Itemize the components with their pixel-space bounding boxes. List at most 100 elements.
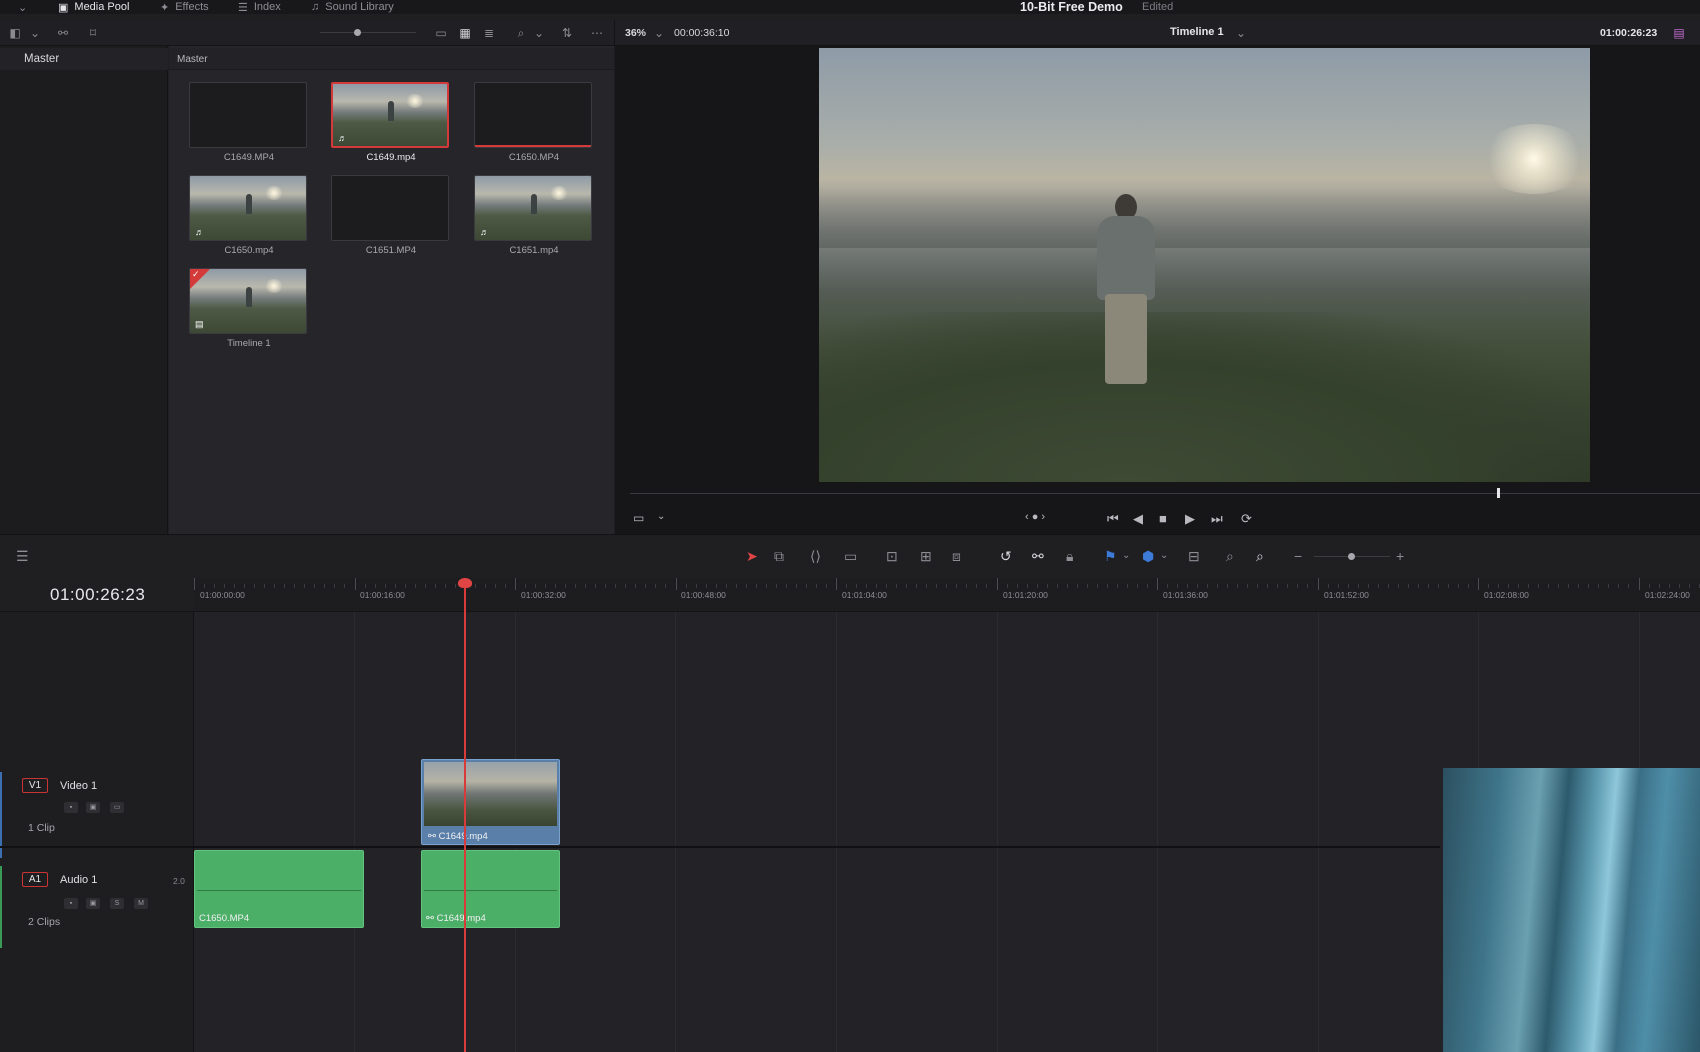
insert-clip-icon[interactable]: ⊡	[886, 549, 898, 563]
slider-handle[interactable]	[1348, 553, 1355, 560]
tab-effects[interactable]: ✦ Effects	[160, 0, 209, 14]
go-to-start-icon[interactable]: ⏮	[1107, 511, 1119, 527]
play-reverse-icon[interactable]: ◀	[1133, 511, 1143, 527]
ruler-major-tick	[1478, 578, 1479, 590]
zoom-in-icon[interactable]: +	[1396, 549, 1404, 563]
link-icon[interactable]: ⚯	[56, 26, 70, 40]
linked-selection-icon[interactable]: ⚯	[1032, 549, 1044, 563]
flag-icon[interactable]: ⚑	[1104, 549, 1117, 563]
mute-button[interactable]: M	[134, 898, 148, 909]
chevron-down-icon[interactable]: ⌄	[1234, 26, 1248, 40]
go-to-end-icon[interactable]: ⏭	[1211, 511, 1223, 527]
track-name[interactable]: Audio 1	[60, 874, 97, 886]
timeline-video-clip[interactable]: ⚯ C1649.mp4	[421, 759, 560, 845]
clip-item[interactable]: ♬ C1651.mp4	[474, 175, 594, 256]
ruler-minor-tick	[886, 584, 887, 588]
clip-item[interactable]: ♬ C1649.mp4	[331, 82, 451, 163]
playhead[interactable]	[464, 578, 466, 1052]
timeline-zoom-slider[interactable]	[1314, 553, 1390, 560]
safe-area-icon[interactable]: ▭	[633, 511, 644, 525]
viewer-frame[interactable]	[819, 48, 1590, 482]
blade-tool-icon[interactable]: ▭	[844, 549, 857, 563]
viewer-scrub-bar[interactable]	[630, 488, 1700, 498]
timeline-item[interactable]: ✓ ▤ Timeline 1	[189, 268, 309, 349]
clip-thumbnail[interactable]	[474, 82, 592, 148]
clip-thumbnail[interactable]	[189, 82, 307, 148]
timeline-view-options-icon[interactable]: ☰	[16, 549, 29, 563]
selection-tool-icon[interactable]: ➤	[746, 549, 758, 563]
search-icon[interactable]: ⌕	[514, 26, 528, 40]
auto-select-icon[interactable]: ▣	[86, 802, 100, 813]
clip-item[interactable]: C1651.MP4	[331, 175, 451, 256]
ruler-minor-tick	[1358, 584, 1359, 588]
viewer-zoom[interactable]: 36%	[625, 27, 646, 39]
lock-icon[interactable]: ▪	[64, 802, 78, 813]
ruler-minor-tick	[344, 584, 345, 588]
tab-sound-library[interactable]: ♫ Sound Library	[311, 0, 394, 14]
marker-icon[interactable]: ⬢	[1142, 549, 1154, 563]
chevron-down-icon[interactable]: ⌄	[652, 26, 666, 40]
jog-control-icon[interactable]: ‹ ● ›	[1025, 511, 1045, 523]
chevron-down-icon[interactable]: ⌄	[1160, 549, 1168, 563]
track-name[interactable]: Video 1	[60, 780, 97, 792]
clip-thumbnail[interactable]: ✓ ▤	[189, 268, 307, 334]
stop-icon[interactable]: ■	[1159, 511, 1167, 526]
clip-thumbnail[interactable]: ♬	[474, 175, 592, 241]
auto-select-icon[interactable]: ▣	[86, 898, 100, 909]
slider-handle[interactable]	[354, 29, 361, 36]
viewer: ▭ ⌄ ‹ ● › ⏮ ◀ ■ ▶ ⏭ ⟳	[615, 46, 1700, 534]
scrub-handle[interactable]	[1497, 488, 1500, 498]
zoom-detail-icon[interactable]: ⌕	[1226, 549, 1234, 563]
ruler-minor-tick	[1187, 584, 1188, 588]
tab-media-pool[interactable]: ▣ Media Pool	[58, 0, 129, 14]
trim-tool-icon[interactable]: ⧉	[774, 549, 784, 563]
chevron-down-icon[interactable]: ⌄	[657, 511, 665, 522]
metadata-view-icon[interactable]: ▭	[434, 26, 448, 40]
ruler-minor-tick	[726, 584, 727, 588]
playhead-handle[interactable]	[458, 578, 472, 588]
sort-icon[interactable]: ⇅	[560, 26, 574, 40]
bin-master[interactable]: Master	[0, 48, 168, 70]
solo-button[interactable]: S	[110, 898, 124, 909]
panel-toggle-button[interactable]: ⌄	[18, 0, 27, 14]
track-visibility-icon[interactable]: ▭	[110, 802, 124, 813]
chevron-down-icon[interactable]: ⌄	[532, 26, 546, 40]
timeline-ruler[interactable]: 01:00:00:00 01:00:16:00 01:00:32:00 01:0…	[194, 578, 1700, 612]
lock-icon[interactable]: ▪	[64, 898, 78, 909]
zoom-out-icon[interactable]: −	[1294, 549, 1302, 563]
chevron-down-icon[interactable]: ⌄	[1122, 549, 1130, 563]
thumbnail-size-slider[interactable]	[320, 29, 416, 36]
clip-name: C1651.mp4	[509, 245, 559, 256]
tab-index[interactable]: ☰ Index	[238, 0, 281, 14]
tag-icon[interactable]: ⌑	[86, 26, 100, 40]
timeline-audio-clip[interactable]: ⚯ C1649.mp4	[421, 850, 560, 928]
timeline-audio-clip[interactable]: C1650.MP4	[194, 850, 364, 928]
clip-item[interactable]: C1649.MP4	[189, 82, 309, 163]
zoom-custom-icon[interactable]: ⌕	[1256, 549, 1264, 563]
chevron-down-icon[interactable]: ⌄	[28, 26, 42, 40]
viewer-options-icon[interactable]: ▤	[1672, 26, 1686, 40]
play-icon[interactable]: ▶	[1185, 511, 1195, 527]
loop-icon[interactable]: ⟳	[1241, 511, 1252, 527]
track-header-audio[interactable]: A1 Audio 1 2.0 ▪ ▣ S M 2 Clips	[0, 866, 194, 948]
ruler-minor-tick	[1448, 584, 1449, 588]
clip-thumbnail[interactable]: ♬	[331, 82, 449, 148]
timeline-name[interactable]: Timeline 1	[1170, 26, 1224, 38]
clip-item[interactable]: C1650.MP4	[474, 82, 594, 163]
ruler-minor-tick	[274, 584, 275, 588]
replace-clip-icon[interactable]: ⧈	[952, 549, 961, 563]
clip-item[interactable]: ♬ C1650.mp4	[189, 175, 309, 256]
zoom-full-icon[interactable]: ⊟	[1188, 549, 1200, 563]
overwrite-clip-icon[interactable]: ⊞	[920, 549, 932, 563]
track-tag[interactable]: A1	[22, 872, 48, 887]
position-lock-icon[interactable]: 🔒︎	[1066, 549, 1073, 563]
sidebar-toggle-icon[interactable]: ◧	[8, 26, 22, 40]
snapping-icon[interactable]: ↺	[1000, 549, 1012, 563]
list-view-icon[interactable]: ≣	[482, 26, 496, 40]
track-tag[interactable]: V1	[22, 778, 48, 793]
clip-thumbnail[interactable]: ♬	[189, 175, 307, 241]
more-options-icon[interactable]: ⋯	[590, 26, 604, 40]
clip-thumbnail[interactable]	[331, 175, 449, 241]
dynamic-trim-icon[interactable]: ⟨⟩	[810, 549, 821, 563]
thumbnail-view-icon[interactable]: ▦	[458, 26, 472, 40]
